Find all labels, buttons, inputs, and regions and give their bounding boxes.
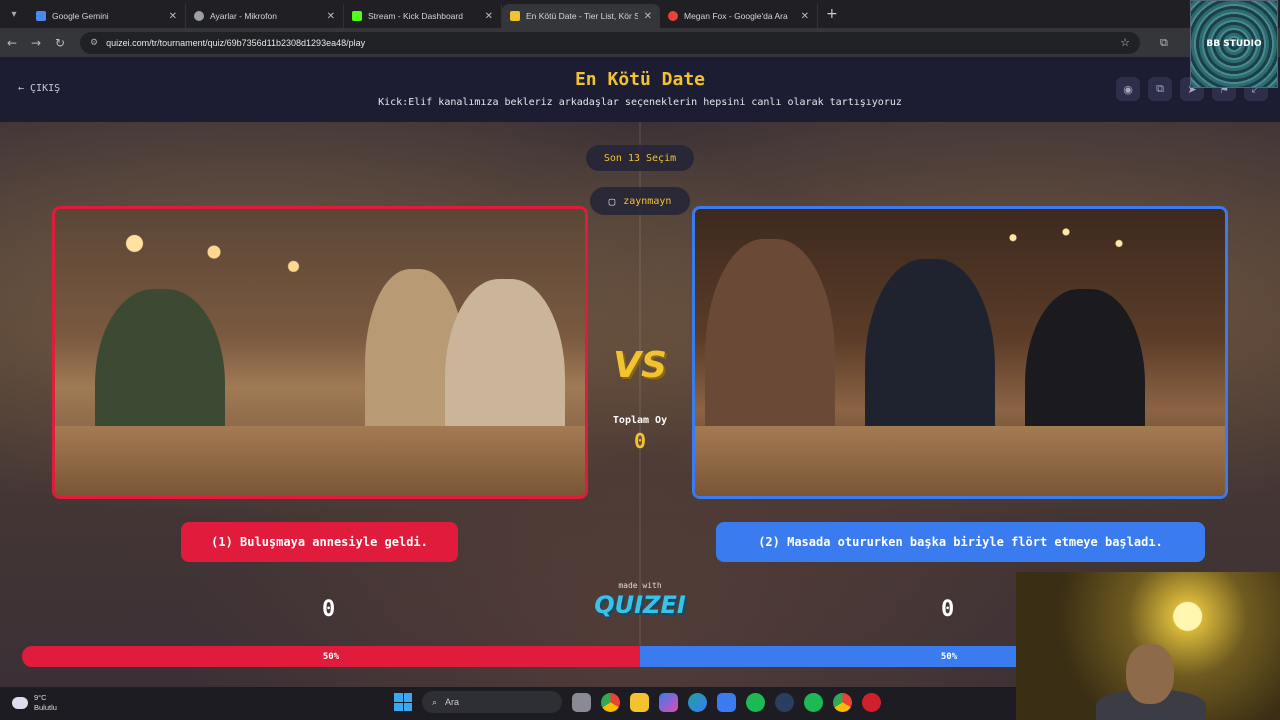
tab-kick[interactable]: Stream - Kick Dashboard ✕ xyxy=(344,4,502,28)
tab-google[interactable]: Megan Fox - Google'da Ara ✕ xyxy=(660,4,818,28)
reload-icon[interactable]: ↻ xyxy=(48,36,72,50)
close-icon[interactable]: ✕ xyxy=(169,11,177,22)
chrome-icon[interactable] xyxy=(601,692,620,712)
tab-title: Stream - Kick Dashboard xyxy=(368,11,463,21)
webcam-overlay xyxy=(1016,572,1280,720)
new-tab-button[interactable]: + xyxy=(818,6,846,22)
file-explorer-icon[interactable] xyxy=(630,692,649,712)
user-badge: ▢ zaynmayn xyxy=(590,187,690,215)
page-subtitle: Kick:Elif kanalımıza bekleriz arkadaşlar… xyxy=(378,97,902,108)
bb-studio-label: BB STUDIO xyxy=(1206,39,1262,49)
site-info-icon[interactable]: ⚙ xyxy=(90,37,98,48)
score-left: 0 xyxy=(322,597,336,622)
address-bar-row: ← → ↻ ⚙ quizei.com/tr/tournament/quiz/69… xyxy=(0,28,1280,57)
score-right: 0 xyxy=(941,597,955,622)
tab-title: En Kötü Date - Tier List, Kör Sır xyxy=(526,11,638,21)
restaurant-photo-right xyxy=(695,209,1225,496)
choice-button-left[interactable]: (1) Buluşmaya annesiyle geldi. xyxy=(181,522,458,562)
copy-icon[interactable]: ⧉ xyxy=(1148,77,1172,101)
choice-image-left[interactable] xyxy=(52,206,588,499)
tab-search-icon[interactable]: ▾ xyxy=(0,0,28,28)
extensions-icon[interactable]: ⧉ xyxy=(1160,36,1168,50)
edge-icon[interactable] xyxy=(688,692,707,712)
eye-icon[interactable]: ◉ xyxy=(1116,77,1140,101)
choice-button-right[interactable]: (2) Masada otururken başka biriyle flört… xyxy=(716,522,1205,562)
spotify-icon[interactable] xyxy=(746,692,765,712)
forward-icon[interactable]: → xyxy=(24,36,48,50)
kick-icon xyxy=(352,11,362,21)
table xyxy=(695,426,1225,496)
gemini-icon xyxy=(36,11,46,21)
user-name: zaynmayn xyxy=(623,195,672,207)
chrome-icon[interactable] xyxy=(833,692,852,712)
tab-title: Google Gemini xyxy=(52,11,109,21)
cloud-icon xyxy=(12,697,28,709)
vs-logo: VS xyxy=(613,345,667,386)
page-header: ← ÇIKIŞ En Kötü Date Kick:Elif kanalımız… xyxy=(0,57,1280,122)
url-field[interactable]: ⚙ quizei.com/tr/tournament/quiz/69b7356d… xyxy=(80,31,1140,54)
restaurant-photo-left xyxy=(55,209,585,496)
google-icon xyxy=(668,11,678,21)
close-icon[interactable]: ✕ xyxy=(644,11,652,22)
weather-widget[interactable]: 9°C Bulutlu xyxy=(12,693,57,713)
streamer-face xyxy=(1126,644,1174,704)
page-title: En Kötü Date xyxy=(574,69,706,90)
quizei-icon xyxy=(510,11,520,21)
task-view-icon[interactable] xyxy=(572,692,591,712)
tab-quizei[interactable]: En Kötü Date - Tier List, Kör Sır ✕ xyxy=(502,4,660,28)
bb-studio-overlay: BB STUDIO xyxy=(1190,0,1278,88)
tab-gemini[interactable]: Google Gemini ✕ xyxy=(28,4,186,28)
search-label: Ara xyxy=(445,697,460,707)
weather-desc: Bulutlu xyxy=(34,703,57,712)
back-icon[interactable]: ← xyxy=(0,36,24,50)
copilot-icon[interactable] xyxy=(659,692,678,712)
tab-settings[interactable]: Ayarlar - Mikrofon ✕ xyxy=(186,4,344,28)
total-votes-value: 0 xyxy=(633,429,647,453)
settings-icon xyxy=(194,11,204,21)
close-icon[interactable]: ✕ xyxy=(327,11,335,22)
search-icon: ⌕ xyxy=(432,696,438,707)
total-votes-label: Toplam Oy xyxy=(612,415,668,426)
round-badge: Son 13 Seçim xyxy=(586,145,694,171)
windows-start-icon[interactable] xyxy=(394,693,412,711)
recorder-icon[interactable] xyxy=(862,692,881,712)
choice-image-right[interactable] xyxy=(692,206,1228,499)
spotify-icon[interactable] xyxy=(804,692,823,712)
bookmark-star-icon[interactable]: ☆ xyxy=(1120,36,1130,49)
tab-title: Megan Fox - Google'da Ara xyxy=(684,11,788,21)
user-card-icon: ▢ xyxy=(608,194,616,208)
browser-tab-strip: ▾ Google Gemini ✕ Ayarlar - Mikrofon ✕ S… xyxy=(0,0,1280,28)
quizei-logo[interactable]: QUIZEI xyxy=(590,591,690,619)
vote-bar-left: 50% xyxy=(22,646,640,667)
close-icon[interactable]: ✕ xyxy=(485,11,493,22)
made-with-label: made with xyxy=(618,581,662,590)
tab-title: Ayarlar - Mikrofon xyxy=(210,11,277,21)
weather-temp: 9°C xyxy=(34,693,47,702)
table xyxy=(55,426,585,496)
url-text: quizei.com/tr/tournament/quiz/69b7356d11… xyxy=(106,37,366,48)
taskbar-search[interactable]: ⌕ Ara xyxy=(422,691,562,713)
store-icon[interactable] xyxy=(717,692,736,712)
steam-icon[interactable] xyxy=(775,692,794,712)
close-icon[interactable]: ✕ xyxy=(801,11,809,22)
